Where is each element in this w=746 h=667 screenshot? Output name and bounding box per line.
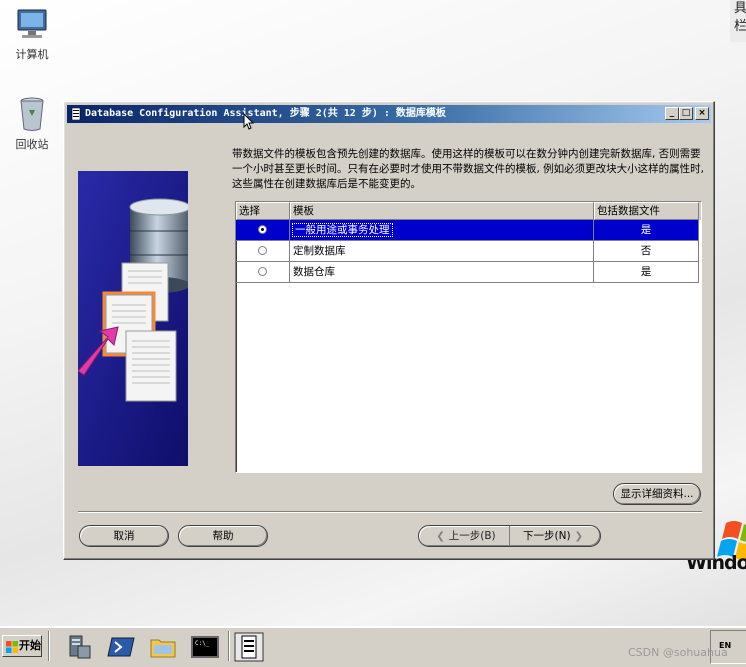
table-row[interactable]: 数据仓库 是 bbox=[236, 262, 701, 283]
select-cell[interactable] bbox=[236, 220, 290, 241]
powershell-icon[interactable] bbox=[106, 632, 136, 662]
template-description: 带数据文件的模板包含预先创建的数据库。使用这样的模板可以在数分钟内创建完新数据库… bbox=[232, 148, 705, 190]
command-prompt-icon[interactable]: C:\_ bbox=[190, 632, 220, 662]
window-title: Database Configuration Assistant, 步骤 2(共… bbox=[85, 108, 446, 119]
radio-unselected-icon[interactable] bbox=[258, 245, 267, 255]
desktop-icon-recycle-bin[interactable]: 回收站 bbox=[2, 96, 62, 152]
includes-datafiles-cell: 否 bbox=[594, 241, 699, 262]
radio-unselected-icon[interactable] bbox=[258, 266, 267, 276]
template-table: 选择 模板 包括数据文件 一般用途或事务处理 是 定制数据库 否 数据仓库 是 bbox=[235, 201, 702, 473]
template-name-cell[interactable]: 数据仓库 bbox=[290, 262, 594, 283]
back-button[interactable]: ❮ 上一步(B) bbox=[419, 526, 510, 546]
watermark-text: CSDN @sohuahua bbox=[628, 646, 728, 659]
cancel-button[interactable]: 取消 bbox=[79, 525, 169, 547]
select-cell[interactable] bbox=[236, 241, 290, 262]
desktop-corner-label: 具 栏 bbox=[730, 0, 746, 42]
includes-datafiles-cell: 是 bbox=[594, 220, 699, 241]
template-name-cell[interactable]: 一般用途或事务处理 bbox=[290, 220, 594, 241]
computer-icon bbox=[17, 9, 47, 38]
minimize-button[interactable]: _ bbox=[665, 107, 679, 120]
help-button[interactable]: 帮助 bbox=[178, 525, 268, 547]
svg-text:C:\_: C:\_ bbox=[195, 640, 210, 647]
includes-datafiles-cell: 是 bbox=[594, 262, 699, 283]
wizard-navigation: ❮ 上一步(B) 下一步(N) ❯ bbox=[418, 525, 601, 547]
start-button[interactable]: 开始 bbox=[2, 635, 42, 657]
divider bbox=[78, 511, 702, 513]
maximize-button[interactable]: □ bbox=[679, 107, 693, 120]
folder-icon[interactable] bbox=[148, 632, 178, 662]
column-header-includes-datafiles[interactable]: 包括数据文件 bbox=[594, 202, 699, 220]
recycle-bin-icon bbox=[20, 97, 44, 131]
desktop-icon-label: 回收站 bbox=[15, 138, 49, 151]
desktop-icon-computer[interactable]: 计算机 bbox=[2, 8, 62, 62]
app-icon bbox=[71, 108, 81, 120]
windows-flag-icon bbox=[6, 641, 18, 653]
table-row[interactable]: 一般用途或事务处理 是 bbox=[236, 220, 701, 241]
column-header-template[interactable]: 模板 bbox=[290, 202, 594, 220]
table-row[interactable]: 定制数据库 否 bbox=[236, 241, 701, 262]
taskbar-divider bbox=[228, 631, 230, 661]
template-name-cell[interactable]: 定制数据库 bbox=[290, 241, 594, 262]
database-illustration bbox=[78, 171, 188, 466]
table-header: 选择 模板 包括数据文件 bbox=[236, 202, 701, 220]
chevron-right-icon: ❯ bbox=[574, 531, 583, 542]
title-bar[interactable]: Database Configuration Assistant, 步骤 2(共… bbox=[67, 105, 711, 123]
next-button[interactable]: 下一步(N) ❯ bbox=[510, 526, 600, 546]
taskbar-divider bbox=[48, 631, 50, 661]
mouse-cursor-icon bbox=[243, 113, 255, 130]
radio-selected-icon[interactable] bbox=[258, 224, 267, 234]
select-cell[interactable] bbox=[236, 262, 290, 283]
dbca-dialog: Database Configuration Assistant, 步骤 2(共… bbox=[63, 101, 715, 560]
desktop-icon-label: 计算机 bbox=[15, 48, 49, 61]
chevron-left-icon: ❮ bbox=[436, 531, 445, 542]
oracle-dbca-taskbar-icon[interactable] bbox=[234, 632, 264, 662]
server-manager-icon[interactable] bbox=[64, 632, 94, 662]
show-details-button[interactable]: 显示详细资料... bbox=[613, 483, 701, 505]
column-header-select[interactable]: 选择 bbox=[236, 202, 290, 220]
close-button[interactable]: × bbox=[695, 107, 709, 120]
window-controls: _ □ × bbox=[665, 107, 709, 120]
